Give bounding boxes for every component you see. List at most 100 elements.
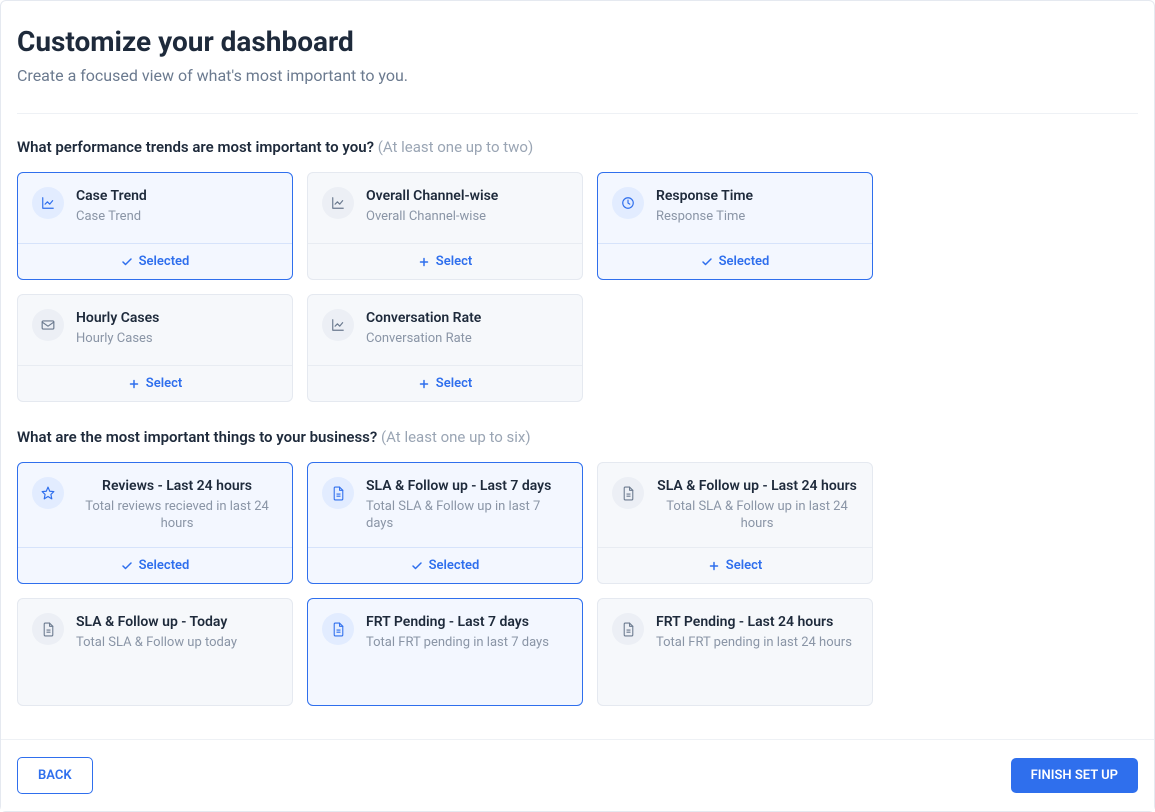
- line-chart-icon: [41, 196, 55, 210]
- card-title: SLA & Follow up - Last 7 days: [366, 477, 568, 495]
- selected-indicator[interactable]: Selected: [308, 547, 582, 583]
- card-trends-4[interactable]: Conversation Rate Conversation Rate Select: [307, 294, 583, 402]
- card-title: SLA & Follow up - Last 24 hours: [656, 477, 858, 495]
- trends-grid: Case Trend Case Trend Selected Overall Chan…: [17, 172, 1138, 402]
- star-icon: [32, 477, 64, 509]
- card-footer-label: Select: [436, 254, 472, 269]
- section-trends-hint: (At least one up to two): [378, 138, 533, 156]
- section-business-hint: (At least one up to six): [381, 428, 531, 446]
- card-title: FRT Pending - Last 7 days: [366, 613, 568, 631]
- check-icon: [411, 560, 423, 572]
- plus-icon: [128, 378, 140, 390]
- card-description: Response Time: [656, 209, 858, 226]
- plus-icon: [708, 560, 720, 572]
- star-icon: [41, 486, 55, 500]
- card-trends-2[interactable]: Response Time Response Time Selected: [597, 172, 873, 280]
- card-business-1[interactable]: SLA & Follow up - Last 7 days Total SLA &…: [307, 462, 583, 584]
- divider: [17, 113, 1138, 114]
- finish-setup-button[interactable]: FINISH SET UP: [1011, 758, 1138, 793]
- document-icon: [332, 486, 345, 501]
- card-description: Total reviews recieved in last 24 hours: [76, 499, 278, 533]
- line-chart-icon: [322, 309, 354, 341]
- document-icon: [322, 613, 354, 645]
- check-icon: [121, 560, 133, 572]
- card-description: Total SLA & Follow up in last 24 hours: [656, 499, 858, 533]
- card-title: SLA & Follow up - Today: [76, 613, 278, 631]
- line-chart-icon: [331, 318, 345, 332]
- business-grid: Reviews - Last 24 hours Total reviews rec…: [17, 462, 1138, 706]
- card-title: Case Trend: [76, 187, 278, 205]
- select-button[interactable]: Select: [308, 365, 582, 401]
- card-description: Case Trend: [76, 209, 278, 226]
- section-trends-question: What performance trends are most importa…: [17, 138, 374, 156]
- card-text: SLA & Follow up - Last 24 hours Total SLA…: [656, 477, 858, 533]
- select-button[interactable]: Select: [18, 365, 292, 401]
- document-icon: [622, 622, 635, 637]
- plus-icon: [418, 378, 430, 390]
- mail-icon: [41, 319, 55, 331]
- card-business-5[interactable]: FRT Pending - Last 24 hours Total FRT pen…: [597, 598, 873, 706]
- section-trends-title: What performance trends are most importa…: [17, 138, 1138, 156]
- section-business-title: What are the most important things to yo…: [17, 428, 1138, 446]
- card-description: Conversation Rate: [366, 331, 568, 348]
- card-title: FRT Pending - Last 24 hours: [656, 613, 858, 631]
- back-button[interactable]: BACK: [17, 757, 93, 794]
- card-description: Total FRT pending in last 24 hours: [656, 635, 858, 652]
- card-text: Conversation Rate Conversation Rate: [366, 309, 568, 353]
- card-description: Overall Channel-wise: [366, 209, 568, 226]
- card-business-0[interactable]: Reviews - Last 24 hours Total reviews rec…: [17, 462, 293, 584]
- selected-indicator[interactable]: Selected: [18, 547, 292, 583]
- page-subtitle: Create a focused view of what's most imp…: [17, 66, 1138, 85]
- card-text: FRT Pending - Last 24 hours Total FRT pen…: [656, 613, 858, 693]
- section-business-question: What are the most important things to yo…: [17, 428, 377, 446]
- footer-bar: BACK FINISH SET UP: [1, 739, 1154, 811]
- document-icon: [612, 613, 644, 645]
- card-description: Total FRT pending in last 7 days: [366, 635, 568, 652]
- check-icon: [701, 256, 713, 268]
- card-text: SLA & Follow up - Last 7 days Total SLA &…: [366, 477, 568, 535]
- document-icon: [612, 477, 644, 509]
- card-description: Total SLA & Follow up in last 7 days: [366, 499, 568, 533]
- card-text: SLA & Follow up - Today Total SLA & Follo…: [76, 613, 278, 693]
- card-footer-label: Selected: [429, 558, 480, 573]
- card-trends-3[interactable]: Hourly Cases Hourly Cases Select: [17, 294, 293, 402]
- document-icon: [42, 622, 55, 637]
- card-business-2[interactable]: SLA & Follow up - Last 24 hours Total SLA…: [597, 462, 873, 584]
- card-trends-0[interactable]: Case Trend Case Trend Selected: [17, 172, 293, 280]
- select-button[interactable]: Select: [308, 243, 582, 279]
- card-text: Reviews - Last 24 hours Total reviews rec…: [76, 477, 278, 533]
- card-text: FRT Pending - Last 7 days Total FRT pendi…: [366, 613, 568, 693]
- selected-indicator[interactable]: Selected: [598, 243, 872, 279]
- card-title: Hourly Cases: [76, 309, 278, 327]
- clock-icon: [621, 196, 635, 210]
- card-footer-label: Select: [146, 376, 182, 391]
- select-button[interactable]: Select: [598, 547, 872, 583]
- card-footer-label: Selected: [139, 254, 190, 269]
- document-icon: [622, 486, 635, 501]
- clock-icon: [612, 187, 644, 219]
- card-body: SLA & Follow up - Last 7 days Total SLA &…: [308, 463, 582, 547]
- card-body: Hourly Cases Hourly Cases: [18, 295, 292, 365]
- card-title: Reviews - Last 24 hours: [76, 477, 278, 495]
- card-description: Hourly Cases: [76, 331, 278, 348]
- card-business-4[interactable]: FRT Pending - Last 7 days Total FRT pendi…: [307, 598, 583, 706]
- document-icon: [32, 613, 64, 645]
- line-chart-icon: [32, 187, 64, 219]
- check-icon: [121, 256, 133, 268]
- mail-icon: [32, 309, 64, 341]
- card-text: Case Trend Case Trend: [76, 187, 278, 231]
- card-trends-1[interactable]: Overall Channel-wiseOverall Channel-wise…: [307, 172, 583, 280]
- card-text: Overall Channel-wiseOverall Channel-wise: [366, 187, 568, 231]
- card-footer-label: Select: [436, 376, 472, 391]
- selected-indicator[interactable]: Selected: [18, 243, 292, 279]
- card-title: Conversation Rate: [366, 309, 568, 327]
- card-footer-label: Selected: [719, 254, 770, 269]
- card-body: Conversation Rate Conversation Rate: [308, 295, 582, 365]
- card-business-3[interactable]: SLA & Follow up - Today Total SLA & Follo…: [17, 598, 293, 706]
- card-body: FRT Pending - Last 24 hours Total FRT pen…: [598, 599, 872, 705]
- card-body: Overall Channel-wiseOverall Channel-wise: [308, 173, 582, 243]
- card-body: Response Time Response Time: [598, 173, 872, 243]
- card-body: SLA & Follow up - Last 24 hours Total SLA…: [598, 463, 872, 547]
- card-description: Total SLA & Follow up today: [76, 635, 278, 652]
- card-title: Response Time: [656, 187, 858, 205]
